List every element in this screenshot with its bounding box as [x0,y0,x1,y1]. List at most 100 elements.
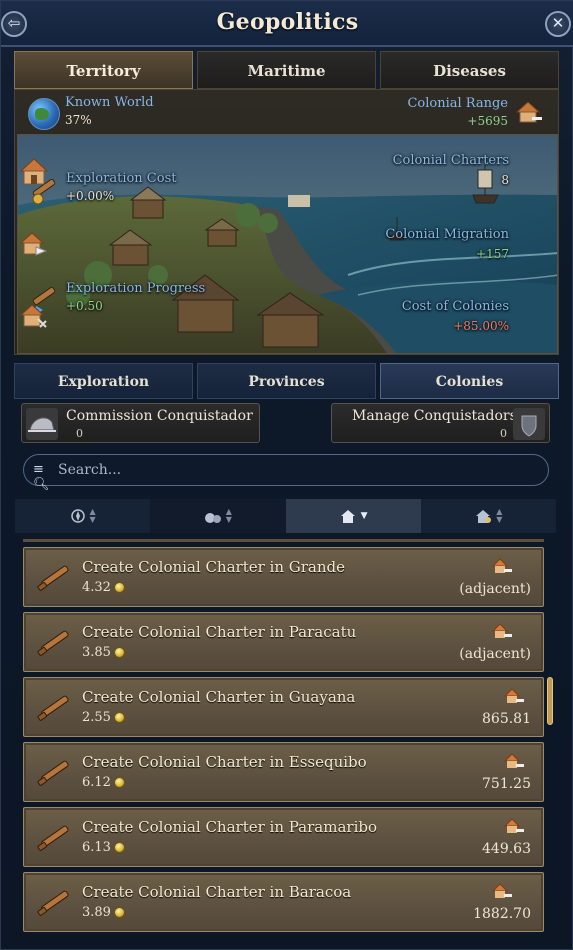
tab-diseases[interactable]: Diseases [380,51,559,89]
tab-territory[interactable]: Territory [14,51,193,89]
colonial-migration-stat: Colonial Migration +157 [385,227,509,261]
gold-coin-icon [113,777,125,788]
charter-name: Create Colonial Charter in Grande [82,558,345,576]
sort-arrows-icon: ▲ ▼ [225,507,232,524]
charter-name: Create Colonial Charter in Guayana [82,688,356,706]
charter-cost: 6.13 [82,840,125,855]
tab-provinces[interactable]: Provinces [197,363,376,399]
list-item[interactable]: Create Colonial Charter in Guayana 2.55 … [23,677,544,737]
cost-of-colonies-label: Cost of Colonies [401,299,509,314]
sort-by-cost[interactable]: ▲ ▼ [150,499,286,533]
charter-distance: 865.81 [482,711,531,727]
house-distance-icon [503,688,524,703]
known-world-stat: Known World 37% [65,95,154,127]
colonial-charters-value: 8 [501,173,509,187]
manage-conquistadors-count: 0 [500,427,507,440]
charter-distance: (adjacent) [459,646,531,662]
window-title: Geopolitics [216,9,359,35]
charter-name: Create Colonial Charter in Essequibo [82,753,367,771]
charter-cost: 2.55 [82,710,125,725]
manage-conquistadors-button[interactable]: Manage Conquistadors 0 [331,403,550,443]
globe-icon [28,98,60,130]
house-migration-icon [19,232,48,256]
exploration-cost-stat: Exploration Cost +0.00% [66,171,176,203]
gold-coin-icon [113,712,125,723]
colony-charter-list: Create Colonial Charter in Grande 4.32 (… [23,539,544,950]
known-world-value: 37% [65,113,92,127]
house-distance-icon [491,883,512,898]
charter-cost: 3.85 [82,645,125,660]
house-cost-icon [19,304,47,328]
spyglass-icon [37,695,69,721]
house-distance-sort-icon [340,510,355,523]
commission-conquistador-label: Commission Conquistador [66,408,253,424]
charter-cost-value: 3.85 [82,645,111,660]
charter-distance: (adjacent) [459,581,531,597]
gold-coin-icon [113,842,125,853]
tab-maritime[interactable]: Maritime [197,51,376,89]
colonial-migration-label: Colonial Migration [385,227,509,242]
known-world-label: Known World [65,95,154,110]
sort-by-house-coin[interactable]: ▲ ▼ [420,499,556,533]
charter-cost: 4.32 [82,580,125,595]
charter-name: Create Colonial Charter in Paramaribo [82,818,378,836]
charter-cost-value: 2.55 [82,710,111,725]
search-bar: ≡🔍︎ [23,454,549,492]
cost-of-colonies-stat: Cost of Colonies +85.00% [402,299,509,333]
colony-sub-tabs: Exploration Provinces Colonies [14,363,559,399]
sort-bar: ▲ ▼ ▲ ▼ ▼ ▲ ▼ [15,499,556,533]
list-scrollbar[interactable] [547,677,553,725]
colonial-migration-value: +157 [476,247,509,261]
gold-coin-icon [113,907,125,918]
conquistador-helmet-icon [26,408,58,440]
charter-cost-value: 4.32 [82,580,111,595]
list-item[interactable]: Create Colonial Charter in Essequibo 6.1… [23,742,544,802]
sort-by-exploration[interactable]: ▲ ▼ [15,499,151,533]
commission-conquistador-button[interactable]: Commission Conquistador 0 [21,403,260,443]
house-charter-icon [19,158,49,185]
colony-scene-image: Exploration Cost +0.00% Exploration Prog… [17,134,558,354]
sort-by-distance[interactable]: ▼ [285,499,421,533]
list-item[interactable]: Create Colonial Charter in Baracoa 3.89 … [23,872,544,932]
exploration-progress-value: +0.50 [66,299,103,313]
colonial-range-stat: Colonial Range +5695 [407,96,508,128]
colonial-range-value: +5695 [467,114,508,128]
charter-cost-value: 3.89 [82,905,111,920]
money-bags-sort-icon [204,513,221,523]
sort-arrows-icon: ▲ ▼ [89,507,96,524]
gold-coin-icon [113,647,125,658]
list-item[interactable]: Create Colonial Charter in Grande 4.32 (… [23,547,544,607]
gold-coin-icon [113,582,125,593]
charter-cost: 6.12 [82,775,125,790]
spyglass-icon [37,630,69,656]
geopolitics-window: ⇦ Geopolitics ✕ Territory Maritime Disea… [0,0,573,950]
exploration-progress-stat: Exploration Progress +0.50 [66,281,205,313]
house-distance-icon [491,558,512,573]
house-distance-icon [503,818,524,833]
close-icon: ✕ [551,14,565,32]
charter-name: Create Colonial Charter in Baracoa [82,883,352,901]
house-distance-icon [503,753,524,768]
colonial-charters-label: Colonial Charters [392,153,509,168]
charter-distance: 751.25 [482,776,531,792]
sort-desc-icon: ▼ [360,511,368,521]
spyglass-icon [37,565,69,591]
manage-conquistadors-label: Manage Conquistadors [352,408,517,424]
exploration-cost-label: Exploration Cost [66,171,177,186]
close-button[interactable]: ✕ [545,11,571,37]
charter-distance: 1882.70 [473,906,531,922]
colonial-range-label: Colonial Range [407,96,508,111]
charter-cost-value: 6.13 [82,840,111,855]
list-item[interactable]: Create Colonial Charter in Paramaribo 6.… [23,807,544,867]
spyglass-icon [37,890,69,916]
cost-of-colonies-value: +85.00% [453,319,509,333]
charter-cost: 3.89 [82,905,125,920]
tab-colonies[interactable]: Colonies [380,363,559,399]
tab-exploration[interactable]: Exploration [14,363,193,399]
list-item[interactable]: Create Colonial Charter in Paracatu 3.85… [23,612,544,672]
house-coin-sort-icon [476,510,492,523]
search-icon: ≡🔍︎ [33,462,50,492]
charter-cost-value: 6.12 [82,775,111,790]
charter-name: Create Colonial Charter in Paracatu [82,623,357,641]
search-input[interactable] [58,459,528,481]
